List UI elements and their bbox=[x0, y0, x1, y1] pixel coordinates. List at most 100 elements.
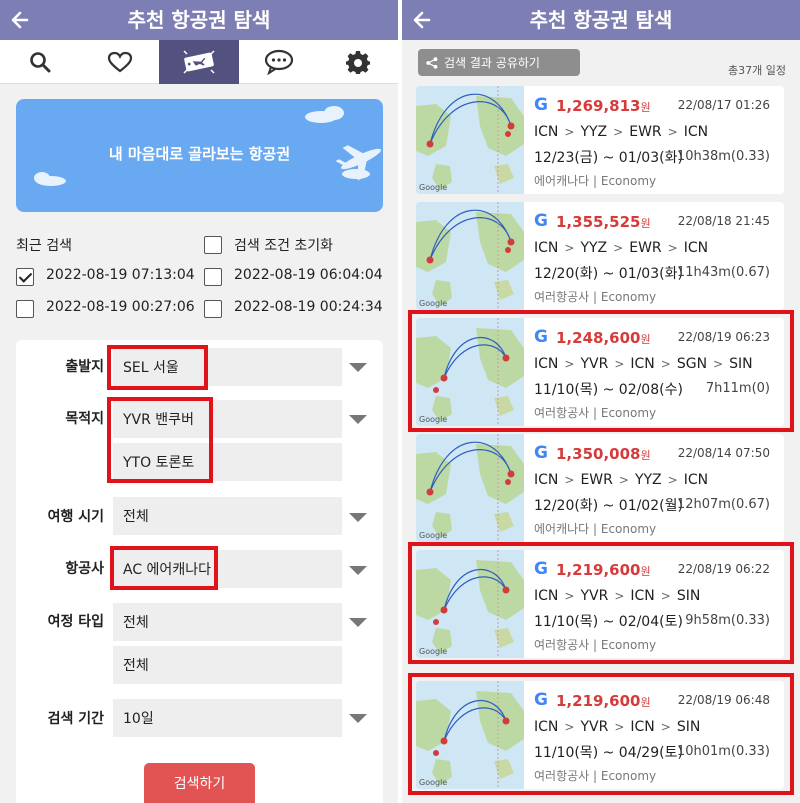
tab-search[interactable] bbox=[0, 40, 80, 84]
search-date: 22/08/18 21:45 bbox=[677, 214, 770, 228]
highlight-box-destination bbox=[107, 397, 213, 483]
highlight-box-airline bbox=[110, 546, 218, 590]
route-map: Google bbox=[416, 202, 524, 310]
route-separator-icon: > bbox=[613, 125, 624, 139]
search-button[interactable]: 검색하기 bbox=[144, 763, 255, 803]
promo-banner[interactable]: 내 마음대로 골라보는 항공권 bbox=[16, 99, 383, 212]
highlight-box-origin bbox=[107, 345, 208, 390]
route-airport-code: ICN bbox=[534, 240, 559, 256]
recent-search-item-4[interactable]: 2022-08-19 00:24:34 bbox=[234, 299, 383, 315]
google-attribution: Google bbox=[419, 299, 448, 308]
route-airport-code: ICN bbox=[534, 472, 559, 488]
price-currency: 원 bbox=[640, 217, 651, 230]
price: 1,350,008원 bbox=[556, 445, 651, 463]
price-value: 1,269,813 bbox=[556, 97, 641, 115]
origin-dropdown-icon[interactable] bbox=[349, 363, 367, 372]
route-airport-code: YYZ bbox=[634, 472, 662, 488]
search-date: 22/08/17 01:26 bbox=[677, 98, 770, 112]
route-separator-icon: > bbox=[564, 125, 575, 139]
travel-period: 12/20(화) ~ 01/02(월) bbox=[534, 498, 683, 514]
price-currency: 원 bbox=[640, 101, 651, 114]
route-airport-code: EWR bbox=[629, 240, 662, 256]
recent-search-checkbox-4[interactable] bbox=[204, 300, 222, 318]
route-airport-code: EWR bbox=[629, 124, 662, 140]
destination-dropdown-icon[interactable] bbox=[349, 415, 367, 424]
airline-class: 에어캐나다 | Economy bbox=[534, 174, 657, 188]
tab-settings[interactable] bbox=[318, 40, 398, 84]
highlight-box-result bbox=[408, 542, 794, 664]
travel-time-label: 여행 시기 bbox=[47, 509, 104, 525]
share-results-button[interactable]: 검색 결과 공유하기 bbox=[418, 49, 580, 76]
airline-dropdown-icon[interactable] bbox=[349, 566, 367, 575]
flight-duration: 12h07m(0.67) bbox=[676, 497, 770, 512]
recent-search-checkbox-2[interactable] bbox=[204, 268, 222, 286]
price-value: 1,355,525 bbox=[556, 213, 641, 231]
airline-class: 여러항공사 | Economy bbox=[534, 290, 657, 304]
header-bar: 추천 항공권 탐색 bbox=[402, 0, 800, 40]
route-map: Google bbox=[416, 86, 524, 194]
google-icon: G bbox=[534, 211, 548, 231]
share-icon bbox=[426, 56, 438, 69]
highlight-box-result bbox=[408, 310, 794, 432]
route-separator-icon: > bbox=[618, 473, 629, 487]
recent-search-item-2[interactable]: 2022-08-19 06:04:04 bbox=[234, 267, 383, 283]
tab-tickets[interactable] bbox=[159, 40, 239, 84]
trip-type-field-1[interactable]: 전체 bbox=[113, 603, 342, 641]
recent-search-item-1[interactable]: 2022-08-19 07:13:04 bbox=[46, 267, 195, 283]
route-separator-icon: > bbox=[564, 241, 575, 255]
tab-favorites[interactable] bbox=[80, 40, 160, 84]
share-results-label: 검색 결과 공유하기 bbox=[444, 56, 540, 70]
search-panel: 추천 항공권 탐색 내 마음대로 골라보는 항공권 최근 검색 검색 조건 초기… bbox=[0, 0, 398, 803]
origin-label: 출발지 bbox=[65, 359, 104, 375]
reset-conditions-checkbox[interactable] bbox=[204, 236, 222, 254]
route-airport-code: ICN bbox=[683, 240, 709, 256]
recent-search-item-3[interactable]: 2022-08-19 00:27:06 bbox=[46, 299, 195, 315]
price: 1,355,525원 bbox=[556, 213, 651, 231]
route-airport-code: EWR bbox=[580, 472, 613, 488]
gear-icon bbox=[346, 51, 370, 74]
results-panel: 추천 항공권 탐색 검색 결과 공유하기 총37개 일정 Google G 1,26… bbox=[402, 0, 800, 803]
route-separator-icon: > bbox=[667, 125, 678, 139]
route-airport-code: ICN bbox=[683, 472, 709, 488]
route-airport-code: YYZ bbox=[580, 124, 608, 140]
flight-duration: 11h43m(0.67) bbox=[676, 265, 770, 280]
trip-type-label: 여정 타입 bbox=[47, 614, 104, 630]
google-attribution: Google bbox=[419, 183, 448, 192]
search-icon bbox=[30, 52, 51, 73]
route-map: Google bbox=[416, 434, 524, 542]
travel-time-field[interactable]: 전체 bbox=[113, 497, 342, 535]
search-period-field[interactable]: 10일 bbox=[113, 699, 342, 737]
route-separator-icon: > bbox=[667, 241, 678, 255]
route-separator-icon: > bbox=[613, 241, 624, 255]
tab-chat[interactable] bbox=[239, 40, 319, 84]
google-icon: G bbox=[534, 95, 548, 115]
recent-search-label: 최근 검색 bbox=[16, 238, 72, 254]
result-card[interactable]: Google G 1,355,525원 22/08/18 21:45 ICN > YYZ > E… bbox=[416, 202, 784, 310]
price-currency: 원 bbox=[640, 449, 651, 462]
trip-type-dropdown-icon[interactable] bbox=[349, 618, 367, 627]
trip-type-field-2[interactable]: 전체 bbox=[113, 646, 342, 684]
route: ICN > YYZ > EWR > ICN bbox=[534, 240, 708, 256]
chat-icon bbox=[264, 49, 294, 75]
route: ICN > EWR > YYZ > ICN bbox=[534, 472, 708, 488]
airline-class: 에어캐나다 | Economy bbox=[534, 522, 657, 536]
total-count: 총37개 일정 bbox=[728, 64, 786, 77]
result-card[interactable]: Google G 1,269,813원 22/08/17 01:26 ICN > YYZ > E… bbox=[416, 86, 784, 194]
google-icon: G bbox=[534, 443, 548, 463]
travel-time-dropdown-icon[interactable] bbox=[349, 513, 367, 522]
recent-search-checkbox-1[interactable] bbox=[16, 268, 34, 286]
google-attribution: Google bbox=[419, 531, 448, 540]
travel-period: 12/23(금) ~ 01/03(화) bbox=[534, 150, 683, 166]
recent-search-checkbox-3[interactable] bbox=[16, 300, 34, 318]
airline-label: 항공사 bbox=[65, 561, 104, 577]
route-airport-code: YYZ bbox=[580, 240, 608, 256]
header-bar: 추천 항공권 탐색 bbox=[0, 0, 398, 40]
route-separator-icon: > bbox=[564, 473, 575, 487]
result-card[interactable]: Google G 1,350,008원 22/08/14 07:50 ICN > EWR > Y… bbox=[416, 434, 784, 542]
search-period-dropdown-icon[interactable] bbox=[349, 714, 367, 723]
heart-icon bbox=[107, 51, 133, 73]
banner-text: 내 마음대로 골라보는 항공권 bbox=[108, 145, 291, 163]
tab-bar bbox=[0, 40, 398, 84]
highlight-box-result bbox=[408, 673, 794, 795]
search-date: 22/08/14 07:50 bbox=[677, 446, 770, 460]
